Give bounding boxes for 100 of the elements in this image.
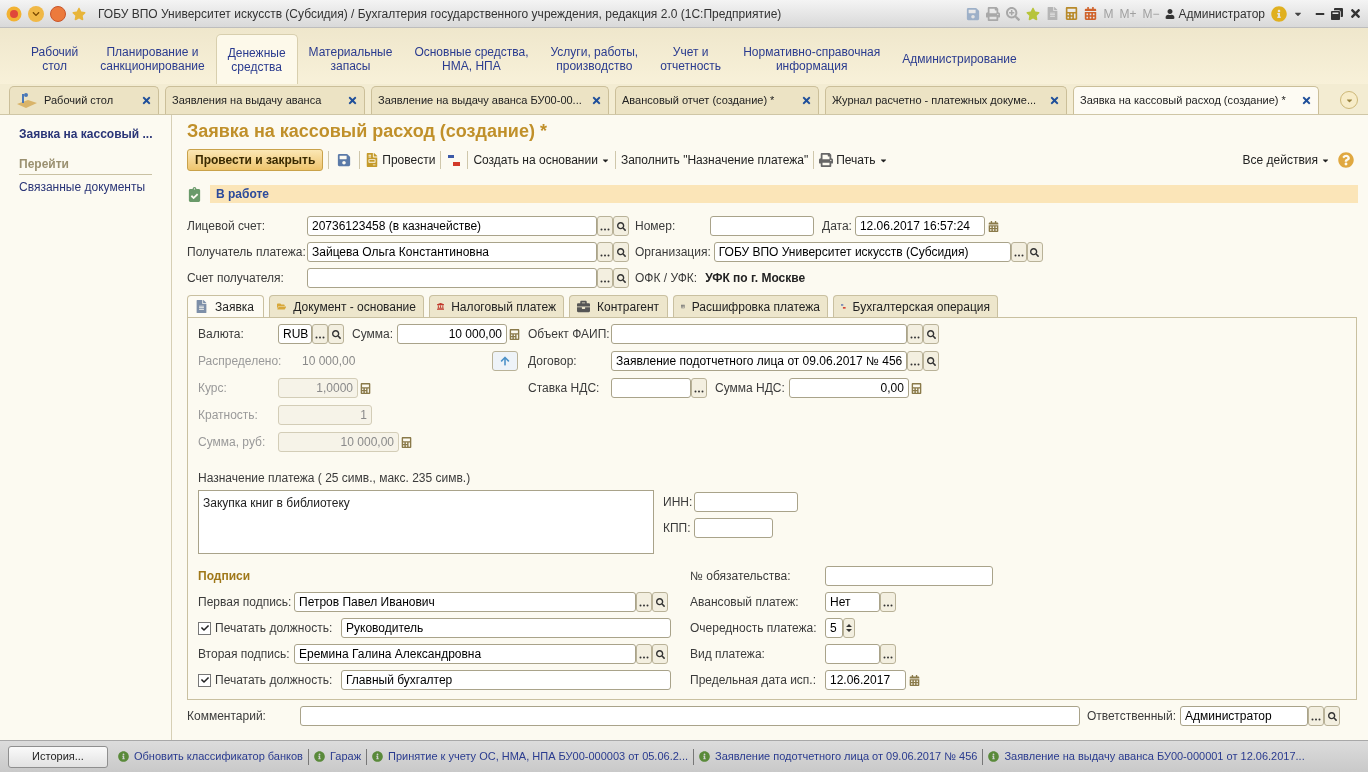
input-field[interactable]: Нет [825,592,880,612]
search-button[interactable] [613,242,629,262]
calculator-icon[interactable] [401,436,412,448]
text-area[interactable]: Закупка книг в библиотеку [198,490,654,554]
input-field[interactable]: 20736123458 (в казначействе) [307,216,597,236]
input-field[interactable]: Руководитель [341,618,671,638]
calendar-icon[interactable] [1084,7,1098,20]
input-field[interactable] [825,566,993,586]
close-icon[interactable] [1349,7,1362,20]
calendar-icon[interactable] [987,220,999,232]
input-field[interactable] [611,324,907,344]
history-link[interactable]: Заявление на выдачу аванса БУ00-000001 от 12.06.2017... [1004,748,1305,765]
close-icon[interactable] [141,95,152,106]
input-field[interactable]: 5 [825,618,843,638]
open-tab[interactable]: Журнал расчетно - платежных докуме... [825,86,1067,114]
input-field[interactable] [694,518,773,538]
open-tab[interactable]: Заявления на выдачу аванса [165,86,365,114]
info-icon[interactable] [1271,5,1287,22]
history-link[interactable]: Принятие к учету ОС, НМА, НПА БУ00-000003 от 05.06.2... [388,748,688,765]
create-based-on-button[interactable]: Создать на основании [473,149,610,171]
input-field[interactable]: Еремина Галина Александровна [294,644,636,664]
input-field[interactable] [710,216,814,236]
close-icon[interactable] [591,95,602,106]
input-field[interactable] [300,706,1080,726]
section-tab[interactable]: Нормативно-справочная информация [732,34,892,84]
calculator-icon[interactable] [1065,7,1079,20]
input-field[interactable]: 0,00 [788,378,909,398]
input-field[interactable]: Администратор [1180,706,1309,726]
input-field[interactable]: Зайцева Ольга Константиновна [307,242,597,262]
tabs-menu-button[interactable] [1340,91,1358,109]
section-tab[interactable]: Услуги, работы, производство [539,34,650,84]
input-field[interactable] [307,268,597,288]
spin-button[interactable] [843,618,855,638]
close-circle-button[interactable] [50,5,66,22]
checkbox[interactable] [198,621,211,635]
input-field[interactable] [611,378,691,398]
section-tab[interactable]: Планирование и санкционирование [89,34,216,84]
up-arrow-button[interactable] [492,351,518,371]
post-button[interactable]: Провести [365,149,436,171]
input-field[interactable]: Главный бухгалтер [341,670,671,690]
choose-button[interactable] [880,592,896,612]
search-button[interactable] [1324,706,1341,726]
close-icon[interactable] [1301,95,1312,106]
form-tab[interactable]: Бухгалтерская операция [833,295,998,317]
close-icon[interactable] [1049,95,1060,106]
print-icon[interactable] [986,6,1001,21]
section-tab[interactable]: Администрирование [891,34,1028,84]
form-tab[interactable]: Документ - основание [269,295,424,317]
calculator-icon[interactable] [910,382,922,394]
history-link[interactable]: Обновить классификатор банков [134,748,303,765]
search-button[interactable] [328,324,344,344]
search-button[interactable] [613,268,629,288]
post-and-close-button[interactable]: Провести и закрыть [187,149,324,171]
choose-button[interactable] [691,378,707,398]
print-button[interactable]: Печать [819,149,888,171]
input-field[interactable]: 12.06.2017 [825,670,906,690]
star-icon[interactable] [1026,6,1041,21]
calendar-icon[interactable] [909,674,920,686]
document-icon[interactable] [1046,7,1060,20]
open-tab[interactable]: Рабочий стол [9,86,159,114]
close-icon[interactable] [801,95,812,106]
save-icon[interactable] [966,6,981,21]
open-tab[interactable]: Авансовый отчет (создание) * [615,86,819,114]
input-field[interactable]: RUB [278,324,312,344]
input-field[interactable]: ГОБУ ВПО Университет искусств (Субсидия) [713,242,1011,262]
section-tab[interactable]: Основные средства, НМА, НПА [403,34,540,84]
history-button[interactable]: История... [8,745,108,768]
choose-button[interactable] [880,644,896,664]
search-button[interactable] [613,216,629,236]
close-icon[interactable] [347,95,358,106]
checkbox[interactable] [198,673,211,687]
history-link[interactable]: Заявление подотчетного лица от 09.06.2017 № 456 [715,748,978,765]
input-field[interactable]: 12.06.2017 16:57:24 [854,216,985,236]
input-field[interactable] [694,492,798,512]
search-button[interactable] [923,324,939,344]
form-tab[interactable]: Расшифровка платежа [673,295,828,317]
input-field[interactable]: Петров Павел Иванович [294,592,636,612]
form-tab[interactable]: Налоговый платеж [429,295,564,317]
search-button[interactable] [1026,242,1043,262]
calculator-icon[interactable] [509,328,521,340]
fill-purpose-button[interactable]: Заполнить "Назначение платежа" [620,149,809,171]
open-tab[interactable]: Заявление на выдачу аванса БУ00-00... [371,86,609,114]
section-tab[interactable]: Материальные запасы [297,34,404,84]
restore-icon[interactable] [1331,7,1343,20]
open-tab[interactable]: Заявка на кассовый расход (создание) * [1073,86,1319,114]
user-button[interactable]: Администратор [1165,4,1265,23]
search-button[interactable] [923,351,939,371]
section-tab[interactable]: Денежные средства [215,34,298,84]
menu-button[interactable] [28,5,44,22]
section-tab[interactable]: Рабочий стол [20,34,90,84]
help-icon[interactable] [1338,152,1354,168]
input-field[interactable]: Заявление подотчетного лица от 09.06.2017 № 456 [611,351,907,371]
search-button[interactable] [652,592,668,612]
sidebar-link[interactable]: Связанные документы [19,178,152,196]
form-tab[interactable]: Заявка [187,295,264,317]
form-tab[interactable]: Контрагент [569,295,668,317]
input-field[interactable] [825,644,880,664]
preview-icon[interactable] [1006,6,1021,21]
history-link[interactable]: Гараж [329,748,361,765]
section-tab[interactable]: Учет и отчетность [649,34,733,84]
